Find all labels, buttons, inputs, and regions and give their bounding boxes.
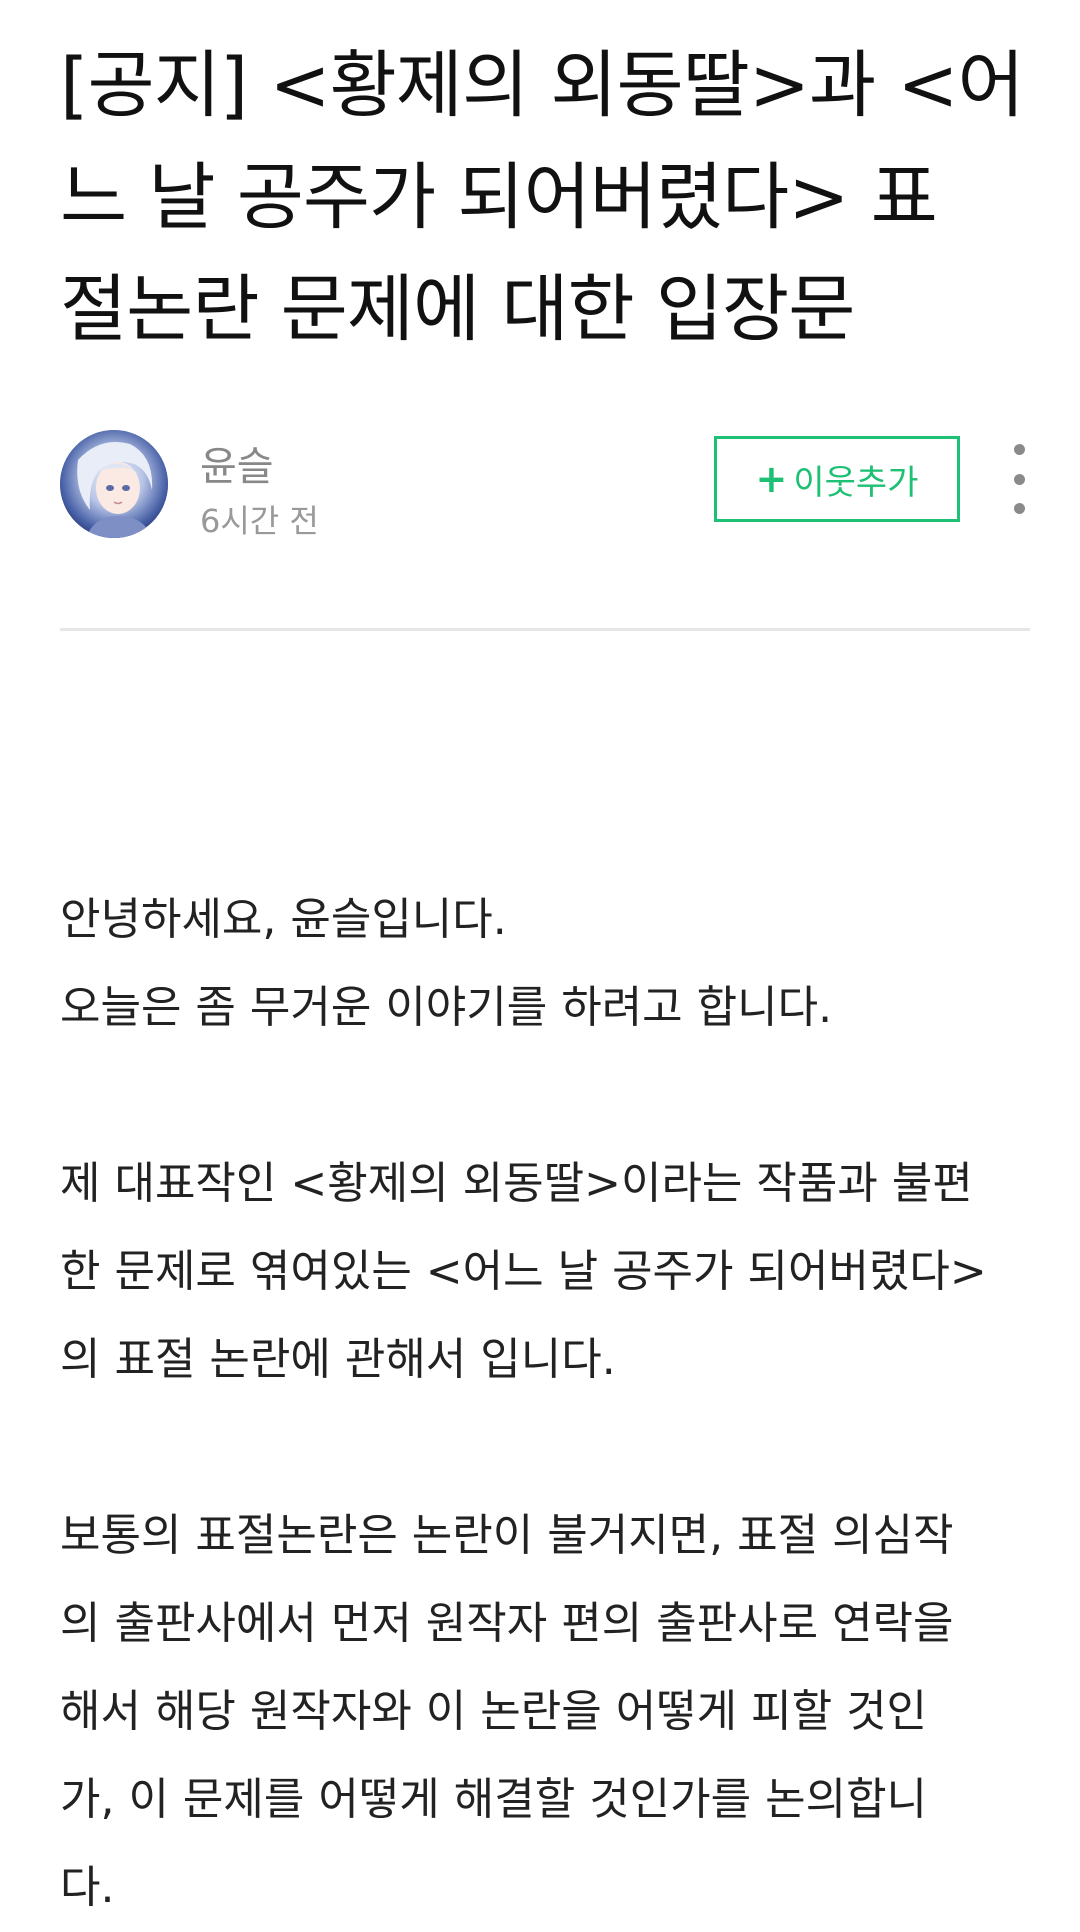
author-avatar[interactable] <box>60 430 168 538</box>
post-title-line: 느 날 공주가 되어버렸다> 표 <box>60 155 938 240</box>
more-vertical-icon <box>1013 444 1025 455</box>
body-line: 제 대표작인 <황제의 외동딸>이라는 작품과 불편 <box>60 1158 973 1209</box>
add-neighbor-button[interactable]: + 이웃추가 <box>714 436 960 522</box>
body-line: 보통의 표절논란은 논란이 불거지면, 표절 의심작 <box>60 1510 954 1561</box>
body-line: 의 표절 논란에 관해서 입니다. <box>60 1334 616 1385</box>
post-title-line: 절논란 문제에 대한 입장문 <box>60 267 855 352</box>
body-line: 한 문제로 엮여있는 <어느 날 공주가 되어버렸다> <box>60 1246 987 1297</box>
post-title: [공지] <황제의 외동딸>과 <어 느 날 공주가 되어버렸다> 표 절논란 … <box>60 30 1030 366</box>
author-row: 윤슬 6시간 전 + 이웃추가 <box>60 428 1030 540</box>
body-line: 해서 해당 원작자와 이 논란을 어떻게 피할 것인 <box>60 1686 928 1737</box>
post-body: 안녕하세요, 윤슬입니다. 오늘은 좀 무거운 이야기를 하려고 합니다. 제 … <box>60 876 1040 1932</box>
author-name[interactable]: 윤슬 <box>200 434 274 492</box>
more-vertical-icon-dot <box>1013 473 1025 485</box>
header-divider <box>60 628 1030 631</box>
body-line: 오늘은 좀 무거운 이야기를 하려고 합니다. <box>60 982 833 1033</box>
plus-icon: + <box>755 457 788 501</box>
add-neighbor-label: 이웃추가 <box>793 462 919 503</box>
body-line: 의 출판사에서 먼저 원작자 편의 출판사로 연락을 <box>60 1598 954 1649</box>
post-time: 6시간 전 <box>200 502 319 540</box>
more-vertical-icon-dot <box>1013 503 1025 514</box>
body-line: 안녕하세요, 윤슬입니다. <box>60 894 507 945</box>
more-options-button[interactable] <box>1004 444 1034 514</box>
body-line: 가, 이 문제를 어떻게 해결할 것인가를 논의합니 <box>60 1774 928 1825</box>
post-title-line: [공지] <황제의 외동딸>과 <어 <box>60 43 1025 128</box>
